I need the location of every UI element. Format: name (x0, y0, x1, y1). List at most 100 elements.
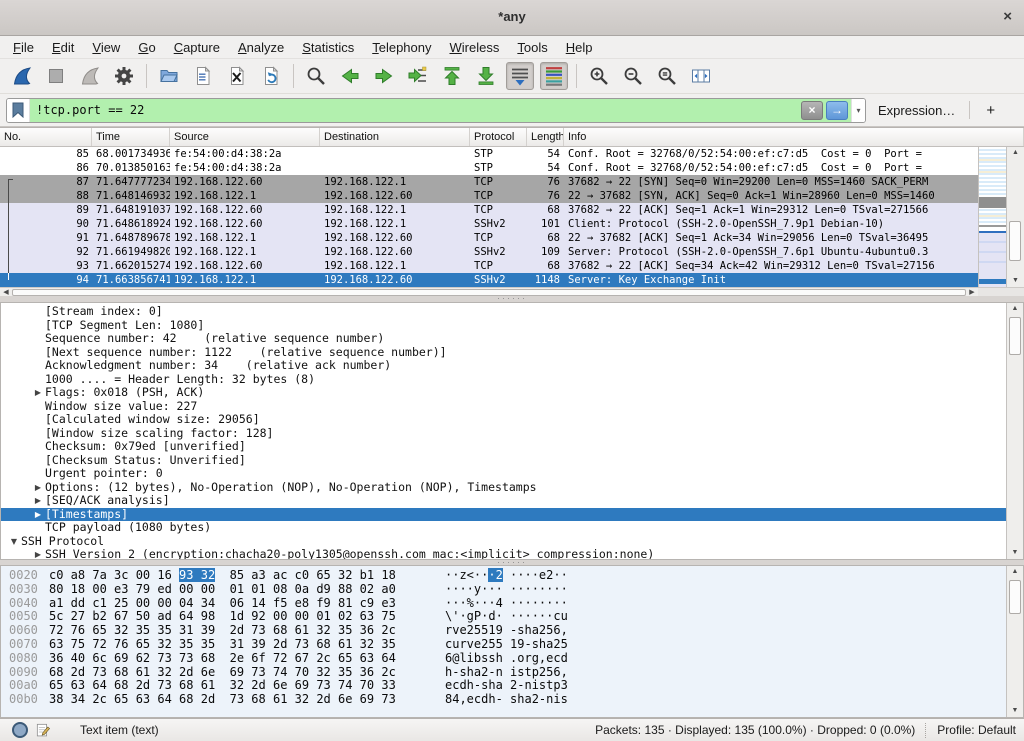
scrollbar-thumb[interactable] (1009, 221, 1021, 261)
wireshark-start-capture-button[interactable] (8, 62, 36, 90)
detail-line[interactable]: [Next sequence number: 1122 (relative se… (1, 346, 1006, 360)
go-forward-button[interactable] (370, 62, 398, 90)
scrollbar-thumb[interactable] (1009, 317, 1021, 355)
packet-row[interactable]: 8871.648146932192.168.122.1192.168.122.6… (0, 189, 978, 203)
filter-value[interactable]: !tcp.port == 22 (36, 103, 801, 117)
bytes-vertical-scrollbar[interactable]: ▲ ▼ (1006, 566, 1023, 717)
hex-row[interactable]: 009068 2d 73 68 61 32 2d 6e 69 73 74 70 … (1, 666, 1006, 680)
expander-closed-icon[interactable]: ▶ (31, 494, 45, 508)
filter-clear-button[interactable]: × (801, 101, 823, 120)
auto-scroll-button[interactable] (506, 62, 534, 90)
packet-row[interactable]: 8568.001734936fe:54:00:d4:38:2aSTP54Conf… (0, 147, 978, 161)
hex-row[interactable]: 00505c 27 b2 67 50 ad 64 98 1d 92 00 00 … (1, 610, 1006, 624)
details-vertical-scrollbar[interactable]: ▲ ▼ (1006, 303, 1023, 559)
menu-telephony[interactable]: Telephony (363, 38, 440, 57)
filter-field[interactable]: !tcp.port == 22 × → (30, 99, 851, 122)
menu-statistics[interactable]: Statistics (293, 38, 363, 57)
go-to-packet-button[interactable] (404, 62, 432, 90)
scroll-up-icon[interactable]: ▲ (1007, 303, 1023, 315)
detail-line[interactable]: ▶[Timestamps] (1, 508, 1006, 522)
filter-bookmark-icon[interactable] (7, 99, 30, 122)
column-header-source[interactable]: Source (170, 128, 320, 146)
capture-options-button[interactable] (110, 62, 138, 90)
column-header-protocol[interactable]: Protocol (470, 128, 527, 146)
scroll-up-icon[interactable]: ▲ (1007, 566, 1023, 578)
expander-open-icon[interactable]: ▼ (7, 535, 21, 549)
scroll-down-icon[interactable]: ▼ (1007, 705, 1023, 717)
hex-row[interactable]: 0020c0 a8 7a 3c 00 16 93 32 85 a3 ac c0 … (1, 569, 1006, 583)
detail-line[interactable]: ▶Options: (12 bytes), No-Operation (NOP)… (1, 481, 1006, 495)
menu-capture[interactable]: Capture (165, 38, 229, 57)
go-back-button[interactable] (336, 62, 364, 90)
packet-row[interactable]: 9271.661949820192.168.122.1192.168.122.6… (0, 245, 978, 259)
expander-closed-icon[interactable]: ▶ (31, 508, 45, 522)
capture-comment-icon[interactable] (35, 722, 52, 739)
stop-capture-button[interactable] (42, 62, 70, 90)
column-header-destination[interactable]: Destination (320, 128, 470, 146)
menu-help[interactable]: Help (557, 38, 602, 57)
detail-line[interactable]: [Calculated window size: 29056] (1, 413, 1006, 427)
column-header-time[interactable]: Time (92, 128, 170, 146)
close-file-button[interactable] (223, 62, 251, 90)
detail-line[interactable]: ▶[SEQ/ACK analysis] (1, 494, 1006, 508)
expression-button[interactable]: Expression… (878, 103, 955, 118)
zoom-in-button[interactable] (585, 62, 613, 90)
menu-view[interactable]: View (83, 38, 129, 57)
detail-line[interactable]: [TCP Segment Len: 1080] (1, 319, 1006, 333)
detail-line[interactable]: Acknowledgment number: 34 (relative ack … (1, 359, 1006, 373)
packet-row[interactable]: 8670.013850163fe:54:00:d4:38:2aSTP54Conf… (0, 161, 978, 175)
scroll-up-icon[interactable]: ▲ (1007, 147, 1024, 159)
packet-row[interactable]: 9371.662015274192.168.122.60192.168.122.… (0, 259, 978, 273)
menu-wireless[interactable]: Wireless (441, 38, 509, 57)
filter-add-button[interactable]: + (980, 102, 1001, 119)
hex-row[interactable]: 007063 75 72 76 65 32 35 35 31 39 2d 73 … (1, 638, 1006, 652)
zoom-out-button[interactable] (619, 62, 647, 90)
expander-closed-icon[interactable]: ▶ (31, 548, 45, 560)
packet-list-vertical-scrollbar[interactable]: ▲ ▼ (1006, 147, 1024, 287)
scrollbar-thumb[interactable] (12, 289, 966, 296)
detail-line[interactable]: [Checksum Status: Unverified] (1, 454, 1006, 468)
menu-tools[interactable]: Tools (508, 38, 556, 57)
filter-dropdown-caret[interactable]: ▾ (851, 99, 865, 122)
scrollbar-thumb[interactable] (1009, 580, 1021, 614)
detail-line[interactable]: Window size value: 227 (1, 400, 1006, 414)
detail-line[interactable]: Urgent pointer: 0 (1, 467, 1006, 481)
detail-line[interactable]: TCP payload (1080 bytes) (1, 521, 1006, 535)
hex-row[interactable]: 00a065 63 64 68 2d 73 68 61 32 2d 6e 69 … (1, 679, 1006, 693)
title-bar[interactable]: *any × (0, 0, 1024, 36)
packet-list-header[interactable]: No.TimeSourceDestinationProtocolLengthIn… (0, 128, 1024, 147)
restart-capture-button[interactable] (76, 62, 104, 90)
column-header-no[interactable]: No. (0, 128, 92, 146)
hex-row[interactable]: 00b038 34 2c 65 63 64 68 2d 73 68 61 32 … (1, 693, 1006, 707)
column-header-info[interactable]: Info (564, 128, 1024, 146)
packet-row[interactable]: 9471.663856741192.168.122.1192.168.122.6… (0, 273, 978, 287)
detail-line[interactable]: [Stream index: 0] (1, 305, 1006, 319)
detail-line[interactable]: Checksum: 0x79ed [unverified] (1, 440, 1006, 454)
detail-line[interactable]: Sequence number: 42 (relative sequence n… (1, 332, 1006, 346)
resize-columns-button[interactable] (687, 62, 715, 90)
detail-line[interactable]: 1000 .... = Header Length: 32 bytes (8) (1, 373, 1006, 387)
menu-analyze[interactable]: Analyze (229, 38, 293, 57)
packet-row[interactable]: 9171.648789678192.168.122.1192.168.122.6… (0, 231, 978, 245)
detail-line[interactable]: ▶SSH Version 2 (encryption:chacha20-poly… (1, 548, 1006, 560)
hex-row[interactable]: 0040a1 dd c1 25 00 00 04 34 06 14 f5 e8 … (1, 597, 1006, 611)
menu-edit[interactable]: Edit (43, 38, 83, 57)
zoom-reset-button[interactable] (653, 62, 681, 90)
hex-row[interactable]: 003080 18 00 e3 79 ed 00 00 01 01 08 0a … (1, 583, 1006, 597)
hex-row[interactable]: 008036 40 6c 69 62 73 73 68 2e 6f 72 67 … (1, 652, 1006, 666)
packet-list-minimap[interactable] (978, 147, 1006, 287)
go-first-packet-button[interactable] (438, 62, 466, 90)
hex-row[interactable]: 006072 76 65 32 35 35 31 39 2d 73 68 61 … (1, 624, 1006, 638)
reload-file-button[interactable] (257, 62, 285, 90)
save-file-button[interactable] (189, 62, 217, 90)
detail-line[interactable]: [Window size scaling factor: 128] (1, 427, 1006, 441)
go-last-packet-button[interactable] (472, 62, 500, 90)
detail-line[interactable]: ▶Flags: 0x018 (PSH, ACK) (1, 386, 1006, 400)
expert-info-icon[interactable] (12, 722, 28, 738)
packet-row[interactable]: 9071.648618924192.168.122.60192.168.122.… (0, 217, 978, 231)
status-profile[interactable]: Profile: Default (937, 723, 1016, 737)
detail-line[interactable]: ▼SSH Protocol (1, 535, 1006, 549)
open-file-button[interactable] (155, 62, 183, 90)
scroll-down-icon[interactable]: ▼ (1007, 547, 1023, 559)
menu-file[interactable]: File (4, 38, 43, 57)
